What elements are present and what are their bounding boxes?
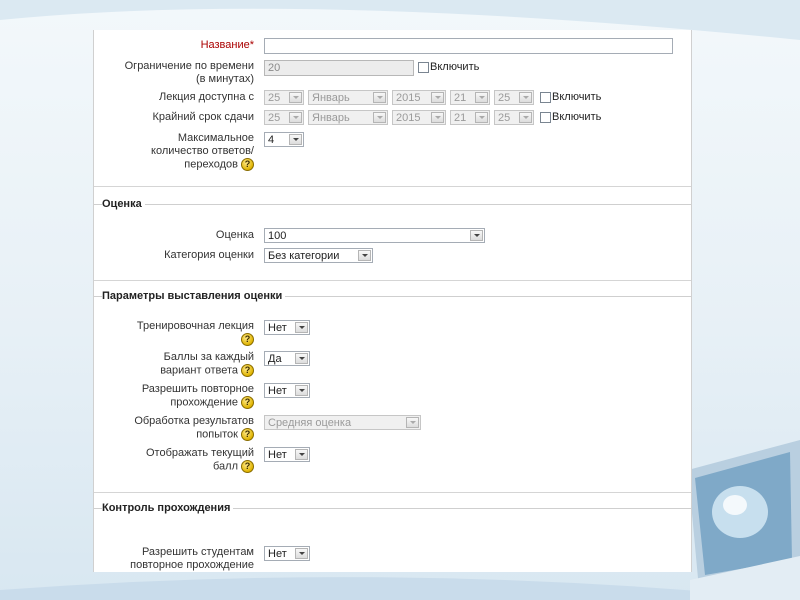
- practice-select[interactable]: Нет: [264, 320, 310, 335]
- chevron-down-icon: [519, 92, 532, 103]
- help-icon[interactable]: ?: [241, 158, 254, 171]
- deadline-hour-select[interactable]: 21: [450, 110, 490, 125]
- help-icon[interactable]: ?: [241, 396, 254, 409]
- section-divider: [94, 186, 691, 187]
- available-enable-label: Включить: [552, 91, 602, 103]
- attempt-handling-select[interactable]: Средняя оценка: [264, 415, 421, 430]
- grade-category-label: Категория оценки: [164, 249, 254, 261]
- help-icon[interactable]: ?: [241, 460, 254, 473]
- chevron-down-icon: [406, 417, 419, 428]
- custom-scoring-label: Баллы за каждый вариант ответа?: [160, 351, 254, 377]
- chevron-down-icon: [295, 322, 308, 333]
- available-from-label: Лекция доступна с: [158, 91, 254, 103]
- chevron-down-icon: [295, 353, 308, 364]
- max-answers-select[interactable]: 4: [264, 132, 304, 147]
- name-input[interactable]: [264, 38, 673, 54]
- chevron-down-icon: [295, 449, 308, 460]
- show-score-select[interactable]: Нет: [264, 447, 310, 462]
- time-limit-label: Ограничение по времени (в минутах): [124, 60, 254, 85]
- retake-select[interactable]: Нет: [264, 383, 310, 398]
- grade-category-select[interactable]: Без категории: [264, 248, 373, 263]
- deadline-label: Крайний срок сдачи: [152, 111, 254, 123]
- chevron-down-icon: [373, 92, 386, 103]
- chevron-down-icon: [358, 250, 371, 261]
- practice-label: Тренировочная лекция ?: [136, 320, 254, 346]
- max-answers-label: Максимальное количество ответов/ переход…: [151, 132, 254, 171]
- deadline-minute-select[interactable]: 25: [494, 110, 534, 125]
- time-limit-input[interactable]: 20: [264, 60, 414, 76]
- student-review-label: Разрешить студентам повторное прохождени…: [130, 546, 254, 571]
- deadline-enable-label: Включить: [552, 111, 602, 123]
- chevron-down-icon: [289, 134, 302, 145]
- chevron-down-icon: [470, 230, 483, 241]
- attempt-handling-label: Обработка результатов попыток?: [134, 415, 254, 441]
- chevron-down-icon: [431, 92, 444, 103]
- chevron-down-icon: [373, 112, 386, 123]
- retake-label: Разрешить повторное прохождение?: [141, 383, 254, 409]
- student-review-select[interactable]: Нет: [264, 546, 310, 561]
- lesson-settings-form: Название* Ограничение по времени (в мину…: [93, 30, 692, 572]
- custom-scoring-select[interactable]: Да: [264, 351, 310, 366]
- flow-control-section-legend: Контроль прохождения: [102, 502, 234, 514]
- time-limit-enable-label: Включить: [430, 61, 480, 73]
- grade-options-section-legend: Параметры выставления оценки: [102, 290, 286, 302]
- available-minute-select[interactable]: 25: [494, 90, 534, 105]
- grade-section-line: [94, 204, 691, 205]
- chevron-down-icon: [519, 112, 532, 123]
- grade-select[interactable]: 100: [264, 228, 485, 243]
- help-icon[interactable]: ?: [241, 333, 254, 346]
- chevron-down-icon: [295, 548, 308, 559]
- help-icon[interactable]: ?: [241, 428, 254, 441]
- deadline-month-select[interactable]: Январь: [308, 110, 388, 125]
- time-limit-enable-checkbox[interactable]: [418, 62, 429, 73]
- available-enable-checkbox[interactable]: [540, 92, 551, 103]
- chevron-down-icon: [475, 112, 488, 123]
- chevron-down-icon: [289, 92, 302, 103]
- chevron-down-icon: [431, 112, 444, 123]
- help-icon[interactable]: ?: [241, 364, 254, 377]
- show-score-label: Отображать текущий балл?: [146, 447, 254, 473]
- available-hour-select[interactable]: 21: [450, 90, 490, 105]
- grade-label: Оценка: [215, 229, 254, 241]
- available-year-select[interactable]: 2015: [392, 90, 446, 105]
- deadline-enable-checkbox[interactable]: [540, 112, 551, 123]
- chevron-down-icon: [289, 112, 302, 123]
- laptop-illustration: [688, 440, 800, 600]
- grade-section-legend: Оценка: [102, 198, 145, 210]
- section-divider: [94, 492, 691, 493]
- chevron-down-icon: [295, 385, 308, 396]
- deadline-day-select[interactable]: 25: [264, 110, 304, 125]
- available-day-select[interactable]: 25: [264, 90, 304, 105]
- available-month-select[interactable]: Январь: [308, 90, 388, 105]
- deadline-year-select[interactable]: 2015: [392, 110, 446, 125]
- name-label: Название*: [200, 39, 254, 51]
- chevron-down-icon: [475, 92, 488, 103]
- section-divider: [94, 280, 691, 281]
